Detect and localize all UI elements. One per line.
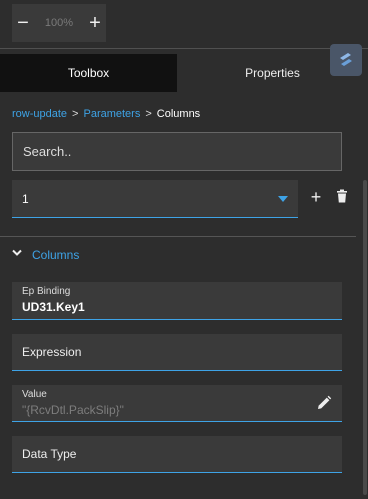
value-field[interactable]: Value "{RcvDtl.PackSlip}" (12, 385, 342, 422)
zoom-in-button[interactable]: + (84, 4, 106, 42)
value-value: "{RcvDtl.PackSlip}" (22, 403, 124, 417)
scrollbar-thumb[interactable] (363, 180, 367, 495)
divider (0, 236, 356, 237)
delete-row-button[interactable] (335, 189, 351, 205)
data-type-label: Data Type (22, 447, 77, 461)
tab-toolbox[interactable]: Toolbox (0, 54, 177, 92)
add-row-button[interactable]: + (308, 188, 324, 206)
caret-down-icon (278, 196, 288, 202)
breadcrumb-current: Columns (156, 108, 201, 120)
value-label: Value (22, 389, 47, 400)
ep-binding-field[interactable]: Ep Binding UD31.Key1 (12, 282, 342, 320)
search-input[interactable] (23, 133, 331, 170)
pencil-icon (318, 395, 332, 409)
breadcrumb-parameters[interactable]: Parameters (83, 108, 140, 120)
panel-tabs: Toolbox Properties (0, 54, 368, 92)
ep-binding-value: UD31.Key1 (22, 300, 85, 314)
search-box (12, 132, 342, 171)
expression-field[interactable]: Expression (12, 334, 342, 371)
chevron-down-icon (12, 249, 22, 256)
scrollbar[interactable] (360, 180, 368, 495)
edit-value-button[interactable] (316, 395, 332, 411)
breadcrumb-separator: > (145, 108, 152, 120)
zoom-out-button[interactable]: − (12, 4, 34, 42)
row-selector-dropdown[interactable]: 1 (12, 180, 298, 218)
data-type-field[interactable]: Data Type (12, 436, 342, 473)
expression-label: Expression (22, 345, 82, 359)
breadcrumb: row-update > Parameters > Columns (12, 108, 200, 120)
section-title: Columns (32, 248, 80, 262)
divider (0, 48, 368, 49)
epicor-logo-icon[interactable] (330, 44, 362, 76)
zoom-control: − 100% + (12, 4, 106, 42)
row-selector-value: 1 (22, 192, 29, 206)
breadcrumb-separator: > (72, 108, 79, 120)
breadcrumb-row-update[interactable]: row-update (12, 108, 67, 120)
trash-icon (337, 189, 347, 203)
zoom-level: 100% (44, 17, 74, 29)
ep-binding-label: Ep Binding (22, 286, 71, 297)
